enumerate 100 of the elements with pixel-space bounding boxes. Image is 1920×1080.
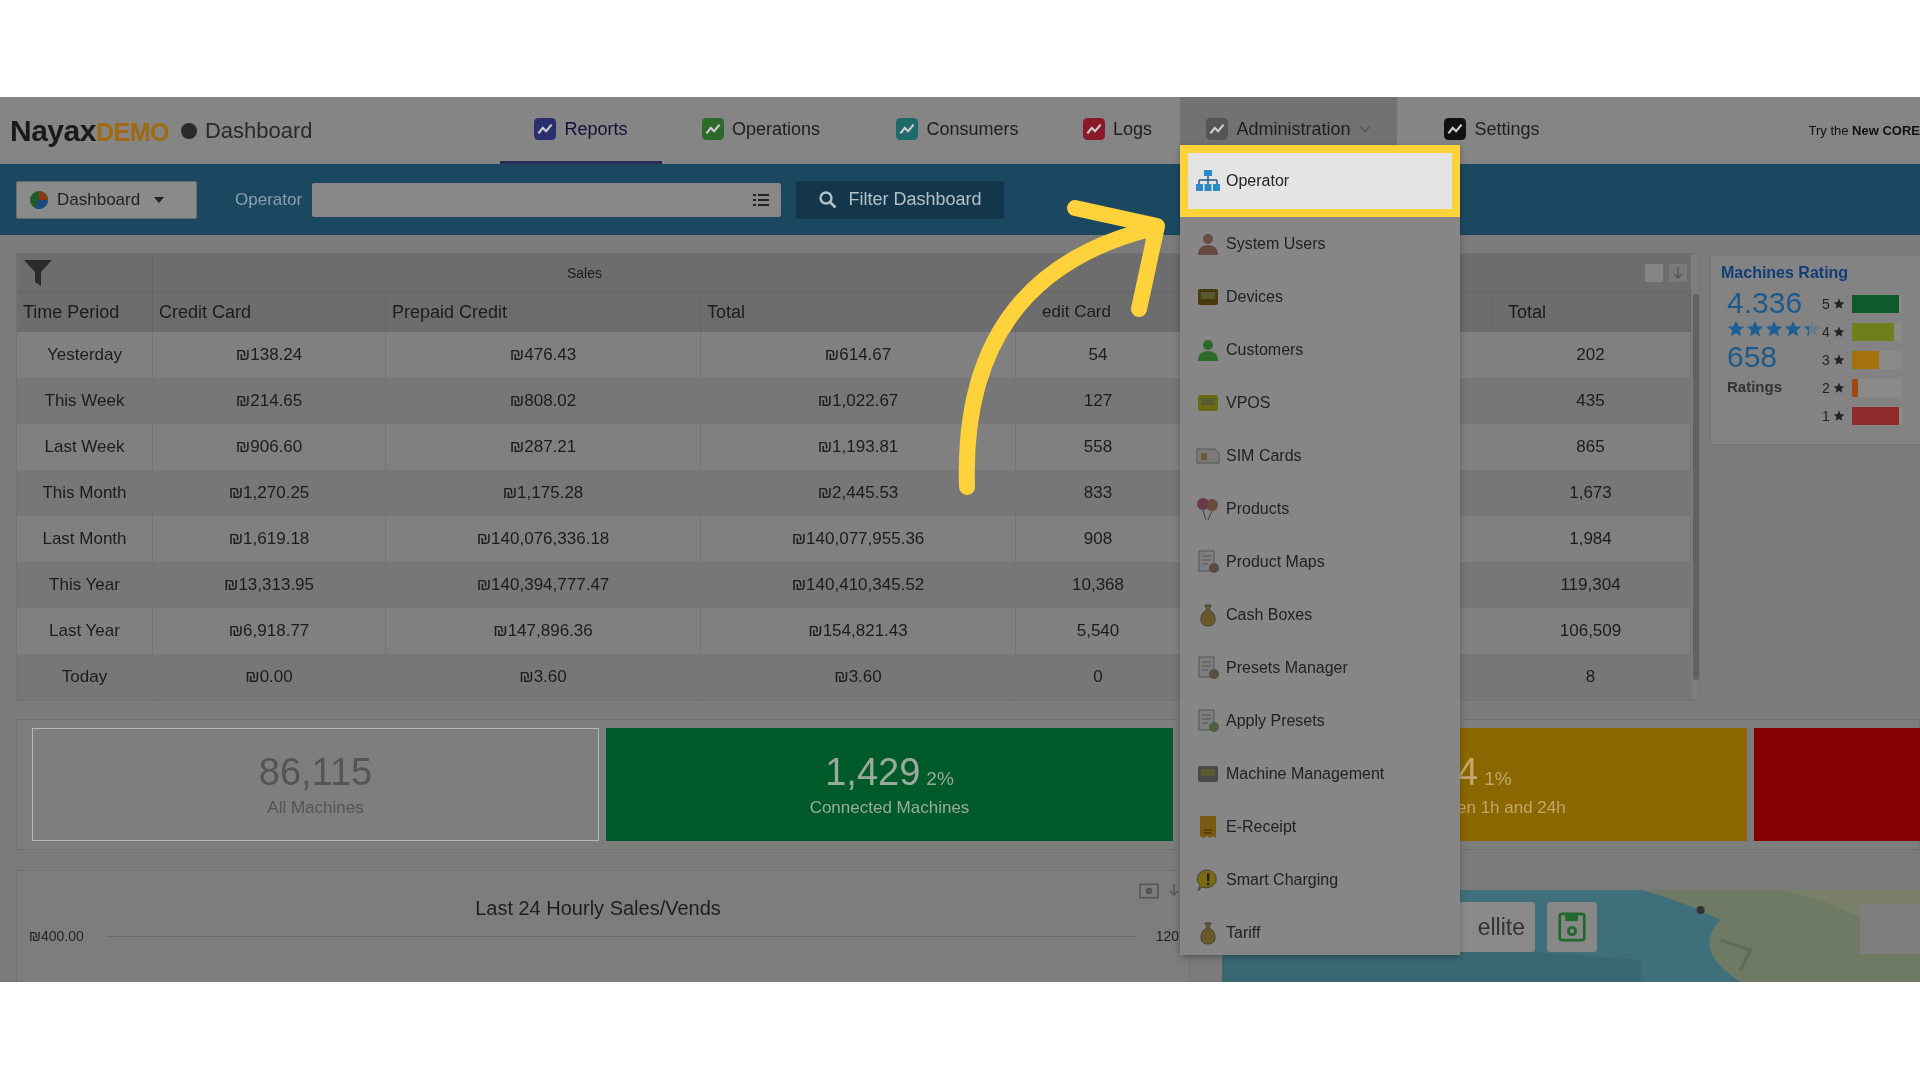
table-cell: 1,984 [1569,529,1612,549]
filter-dashboard-button[interactable]: Filter Dashboard [796,180,1005,219]
table-cell: Last Month [42,529,127,549]
menu-item[interactable]: Cash Boxes [1180,588,1460,641]
table-cell: 10,368 [1072,575,1124,595]
column-header[interactable]: Total [1508,301,1547,323]
table-cell: 106,509 [1559,621,1622,641]
nav-tab[interactable]: Logs [1055,97,1180,164]
table-cell: 0 [1093,667,1103,687]
menu-item[interactable]: SIM Cards [1180,429,1460,482]
table-cell: ₪808.02 [509,391,577,411]
machine-stat-card[interactable] [1754,728,1920,841]
image-icon[interactable] [1139,883,1159,899]
table-cell: ₪1,193.81 [817,437,899,457]
star-icon [1832,354,1845,366]
save-button[interactable] [1547,902,1597,952]
table-cell: Last Week [44,437,125,457]
page-title: Dashboard [204,117,313,144]
user-icon [1196,231,1220,256]
axis-tick-label: ₪400.00 [29,928,84,944]
machine-stat-card[interactable]: 1,429 2% Connected Machines [606,728,1173,841]
menu-item[interactable]: Operator [1180,145,1460,217]
star-level-label: 2 [1822,380,1830,396]
table-cell: This Year [49,575,120,595]
expand-button[interactable] [1645,263,1663,282]
menu-item[interactable]: Devices [1180,270,1460,323]
table-cell: Last Year [49,621,120,641]
table-cell: ₪3.60 [519,667,567,687]
table-cell: ₪1,270.25 [228,483,310,503]
table-cell: This Week [44,391,125,411]
menu-item[interactable]: Smart Charging [1180,853,1460,906]
dashboard-dropdown[interactable]: Dashboard [16,180,197,219]
speech-bubble-icon [1196,867,1220,892]
logo[interactable]: NayaxDEMO [10,113,169,148]
nav-tab[interactable]: Operations [662,97,860,164]
star-icon [1832,382,1845,394]
star-level-label: 1 [1822,408,1830,424]
table-cell: 119,304 [1560,575,1621,595]
operator-label: Operator [235,189,303,210]
scrollbar[interactable] [1693,294,1699,680]
menu-item[interactable]: System Users [1180,217,1460,270]
menu-item[interactable]: Customers [1180,323,1460,376]
list-icon[interactable] [753,193,770,206]
stat-percent: 2% [926,768,954,790]
table-cell: 127 [1083,391,1113,411]
filter-icon[interactable] [23,258,53,287]
search-icon [818,190,837,209]
column-header[interactable]: Total [707,301,746,323]
rating-count-label: Ratings [1727,378,1783,395]
rating-score: 4.336 [1727,286,1804,320]
chart-icon [534,118,557,140]
table-cell: ₪476.43 [509,345,577,365]
column-header[interactable]: Prepaid Credit [392,301,508,323]
chart-title: Last 24 Hourly Sales/Vends [474,897,722,920]
promo-link[interactable]: Try the New CORE [1808,123,1920,138]
menu-item[interactable]: Product Maps [1180,535,1460,588]
table-cell: ₪140,410,345.52 [791,575,925,595]
caret-icon [154,196,165,203]
table-cell: ₪614.67 [824,345,892,365]
rating-count: 658 [1727,340,1779,374]
nav-tab[interactable]: Consumers [860,97,1055,164]
table-cell: This Month [42,483,127,503]
menu-item[interactable]: Presets Manager [1180,641,1460,694]
table-cell: ₪0.00 [245,667,293,687]
menu-item[interactable]: Machine Management [1180,747,1460,800]
star-level-label: 4 [1822,324,1830,340]
table-cell: ₪906.60 [235,437,303,457]
table-cell: Today [61,667,108,687]
table-cell: 8 [1585,667,1596,687]
column-header[interactable]: Time Period [23,301,120,323]
star-level-label: 3 [1822,352,1830,368]
menu-item[interactable]: Tariff [1180,906,1460,959]
star-icon [1832,410,1845,422]
menu-item[interactable]: VPOS [1180,376,1460,429]
table-cell: Yesterday [47,345,122,365]
column-header[interactable]: edit Card [1042,302,1111,322]
menu-item[interactable]: Products [1180,482,1460,535]
column-header[interactable]: Credit Card [159,301,252,323]
axis-tick-label: 120 [1155,928,1179,944]
document-icon [1196,549,1220,574]
star-icon [1832,326,1845,338]
stat-value: 1,429 [825,751,921,794]
person-icon [1196,337,1220,362]
table-cell: ₪13,313.95 [223,575,315,595]
stat-label: Connected Machines [809,798,970,818]
pie-chart-icon [29,189,49,210]
table-cell: ₪6,918.77 [228,621,310,641]
download-icon[interactable] [1669,263,1687,282]
table-cell: ₪1,175.28 [502,483,584,503]
table-cell: ₪287.21 [509,437,577,457]
table-cell: ₪140,077,955.36 [791,529,925,549]
star-icon [1832,298,1845,310]
table-cell: ₪214.65 [235,391,303,411]
column-group-header: Sales [567,264,602,281]
table-cell: ₪3.60 [834,667,882,687]
document-icon [1196,708,1220,733]
table-cell: ₪147,896.36 [493,621,593,641]
star-level-label: 5 [1822,296,1830,312]
stat-percent: 1% [1484,768,1512,790]
operator-field[interactable] [312,182,782,217]
